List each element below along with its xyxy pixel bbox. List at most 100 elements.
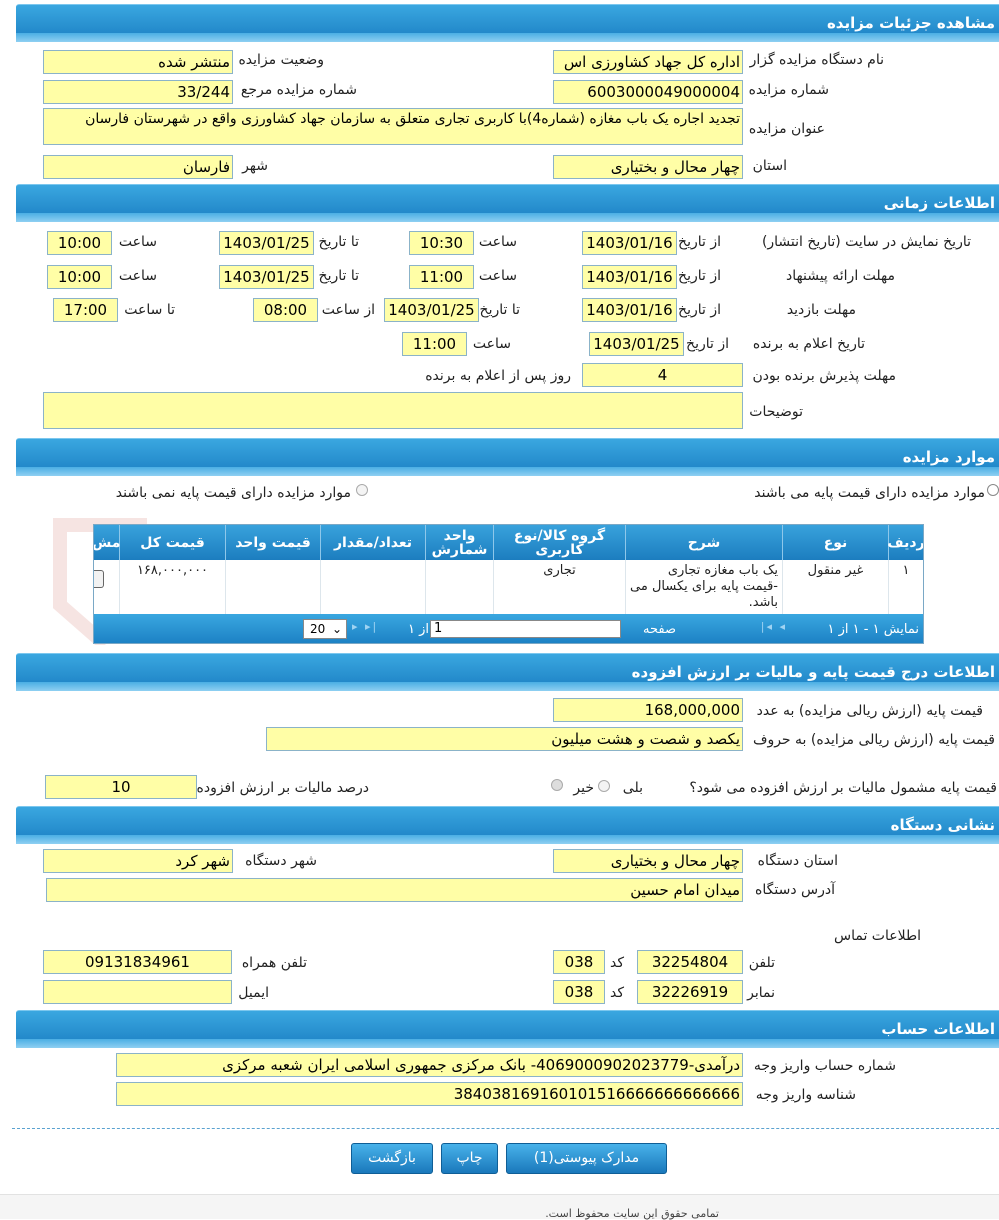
org-field: اداره کل جهاد کشاورزی اس — [553, 50, 743, 74]
desc-field — [43, 392, 743, 429]
base-num-field: 168,000,000 — [553, 698, 743, 722]
section-header-account: اطلاعات حساب — [16, 1010, 999, 1048]
publish-to-label: تا تاریخ — [318, 234, 359, 250]
col-group[interactable]: گروه کالا/نوع کاربری — [493, 525, 625, 560]
radio-no-price[interactable] — [356, 484, 368, 496]
phone-code-label: کد — [609, 955, 624, 971]
row-type: غیر منقول — [782, 560, 888, 614]
publish-from-field: 1403/01/16 — [582, 231, 677, 255]
page-footer — [0, 1194, 999, 1219]
email-field — [43, 980, 232, 1004]
desc-label: توضیحات — [749, 404, 803, 420]
section-header-timing: اطلاعات زمانی — [16, 184, 999, 222]
winner-time-label: ساعت — [472, 336, 511, 352]
addr-city-label: شهر دستگاه — [245, 853, 317, 869]
radio-no-price-label: موارد مزایده دارای قیمت پایه نمی باشند — [115, 485, 351, 501]
radio-has-price[interactable] — [987, 484, 999, 496]
offer-to-field: 1403/01/25 — [219, 265, 314, 289]
status-label: وضعیت مزایده — [238, 52, 324, 68]
publish-to-time-field: 10:00 — [47, 231, 112, 255]
mobile-label: تلفن همراه — [241, 955, 307, 971]
visit-to-field: 1403/01/25 — [384, 298, 479, 322]
winner-time-field: 11:00 — [402, 332, 467, 356]
col-more[interactable]: مش — [94, 525, 120, 560]
mobile-field: 09131834961 — [43, 950, 232, 974]
payment-id-label: شناسه واریز وجه — [755, 1087, 856, 1103]
vat-question: قیمت پایه مشمول مالیات بر ارزش افزوده می… — [689, 780, 997, 796]
section-header-price: اطلاعات درج قیمت پایه و مالیات بر ارزش ا… — [16, 653, 999, 691]
offer-from-time-label: ساعت — [478, 268, 517, 284]
back-button[interactable]: بازگشت — [351, 1143, 433, 1174]
row-index: ۱ — [888, 560, 923, 614]
ref-label: شماره مزایده مرجع — [240, 82, 357, 98]
ref-field: 33/244 — [43, 80, 233, 104]
row-unit-price — [225, 560, 320, 614]
org-label: نام دستگاه مزایده گزار — [749, 52, 884, 68]
publish-to-field: 1403/01/25 — [219, 231, 314, 255]
radio-has-price-label: موارد مزایده دارای قیمت پایه می باشند — [754, 485, 985, 501]
visit-from-label: از تاریخ — [678, 302, 721, 318]
province-field: چهار محال و بختیاری — [553, 155, 743, 179]
col-qty[interactable]: تعداد/مقدار — [320, 525, 425, 560]
publish-from-label: از تاریخ — [678, 234, 721, 250]
visit-from-field: 1403/01/16 — [582, 298, 677, 322]
phone-code-field: 038 — [553, 950, 605, 974]
row-unit — [425, 560, 493, 614]
addr-city-field: شهر کرد — [43, 849, 233, 873]
pager-showing: نمایش ۱ - ۱ از ۱ — [827, 622, 920, 637]
page-size-select[interactable]: 20 ⌄ — [303, 619, 347, 639]
col-total[interactable]: قیمت کل — [119, 525, 225, 560]
publish-to-time-label: ساعت — [118, 234, 157, 250]
grid-header: ردیف نوع شرح گروه کالا/نوع کاربری واحد ش… — [94, 525, 923, 560]
section-header-items: موارد مزایده — [16, 438, 999, 476]
vat-no-radio[interactable] — [551, 779, 563, 791]
col-unit[interactable]: واحد شمارش — [425, 525, 493, 560]
publish-label: تاریخ نمایش در سایت (تاریخ انتشار) — [761, 234, 971, 250]
publish-from-time-field: 10:30 — [409, 231, 474, 255]
pager-first-prev-icon[interactable]: |◂ ◂ — [761, 620, 787, 633]
offer-from-field: 1403/01/16 — [582, 265, 677, 289]
row-group: تجاری — [493, 560, 625, 614]
section-header-details: مشاهده جزئیات مزایده — [16, 4, 999, 42]
vat-yes-radio[interactable] — [598, 780, 610, 792]
row-desc: یک باب مغازه تجاری -قیمت پایه برای یکسال… — [625, 560, 782, 614]
row-qty — [320, 560, 425, 614]
table-row[interactable]: ۱ غیر منقول یک باب مغازه تجاری -قیمت پای… — [94, 560, 923, 614]
visit-from-time-field: 08:00 — [253, 298, 318, 322]
visit-to-label: تا تاریخ — [479, 302, 520, 318]
number-label: شماره مزایده — [748, 82, 829, 98]
offer-from-label: از تاریخ — [678, 268, 721, 284]
col-unit-price[interactable]: قیمت واحد — [225, 525, 320, 560]
copyright-text: تمامی حقوق این سایت محفوظ است. — [545, 1207, 719, 1220]
fax-code-field: 038 — [553, 980, 605, 1004]
col-desc[interactable]: شرح — [625, 525, 782, 560]
email-label: ایمیل — [238, 985, 269, 1001]
phone-label: تلفن — [748, 955, 775, 971]
row-detail-button[interactable] — [94, 570, 104, 588]
pager-page-input[interactable]: 1 — [430, 620, 621, 638]
pager-next-last-icon[interactable]: ▸ ▸| — [352, 620, 378, 633]
offer-label: مهلت ارائه پیشنهاد — [786, 268, 895, 284]
winner-date-field: 1403/01/25 — [589, 332, 684, 356]
col-index[interactable]: ردیف — [887, 525, 923, 560]
publish-from-time-label: ساعت — [478, 234, 517, 250]
offer-to-time-field: 10:00 — [47, 265, 112, 289]
title-field: تجدید اجاره یک باب مغازه (شماره4)با کارب… — [43, 108, 743, 145]
grid-footer: نمایش ۱ - ۱ از ۱ |◂ ◂ صفحه 1 از ۱ ▸ ▸| 2… — [94, 614, 923, 643]
city-label: شهر — [242, 158, 268, 174]
title-label: عنوان مزایده — [748, 121, 825, 137]
col-type[interactable]: نوع — [782, 525, 888, 560]
vat-pct-label: درصد مالیات بر ارزش افزوده — [196, 780, 370, 796]
attachments-button[interactable]: مدارک پیوستی(1) — [506, 1143, 667, 1174]
visit-label: مهلت بازدید — [786, 302, 856, 318]
addr-province-label: استان دستگاه — [757, 853, 838, 869]
offer-from-time-field: 11:00 — [409, 265, 474, 289]
visit-to-time-field: 17:00 — [53, 298, 118, 322]
number-field: 6003000049000004 — [553, 80, 743, 104]
fax-field: 32226919 — [637, 980, 743, 1004]
print-button[interactable]: چاپ — [441, 1143, 498, 1174]
status-field: منتشر شده — [43, 50, 233, 74]
offer-to-label: تا تاریخ — [318, 268, 359, 284]
contact-label: اطلاعات تماس — [834, 928, 921, 944]
accept-label: مهلت پذیرش برنده بودن — [752, 368, 897, 384]
